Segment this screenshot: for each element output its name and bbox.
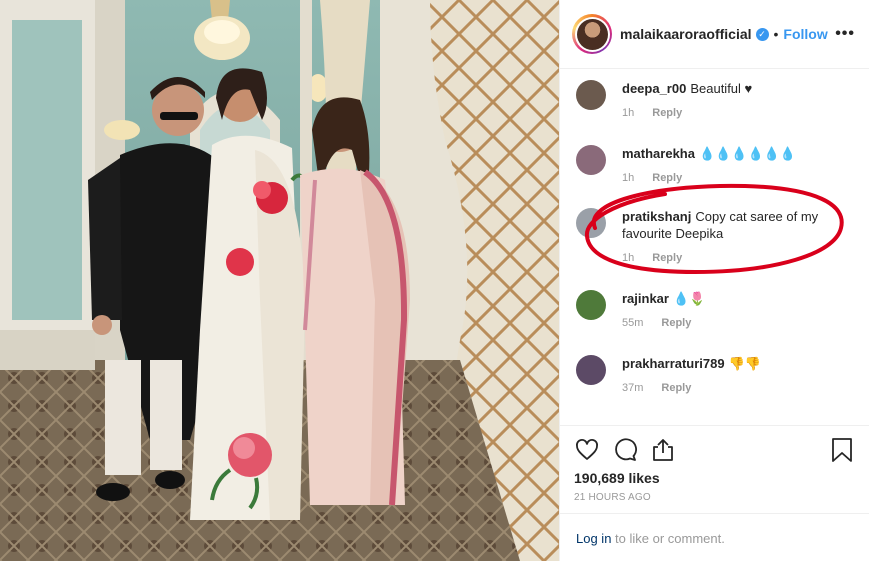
commenter-avatar[interactable] xyxy=(576,145,606,175)
comment-username[interactable]: rajinkar xyxy=(622,291,669,306)
comment-item: matharekha 💧💧💧💧💧💧 1h Reply xyxy=(576,145,856,184)
post-side-panel: malaikaaroraofficial ✓ • Follow ••• deep… xyxy=(559,0,869,561)
heart-icon[interactable] xyxy=(574,437,600,463)
reply-button[interactable]: Reply xyxy=(661,317,691,329)
comment-time[interactable]: 37m xyxy=(622,382,643,394)
reply-button[interactable]: Reply xyxy=(652,252,682,264)
comment-text: 👎👎 xyxy=(728,356,761,371)
login-prompt: Log in to like or comment. xyxy=(560,513,869,561)
comment-item: deepa_r00 Beautiful ♥ 1h Reply xyxy=(576,80,856,119)
photo-illustration xyxy=(0,0,559,561)
comment-username[interactable]: prakharraturi789 xyxy=(622,356,725,371)
comment-username[interactable]: deepa_r00 xyxy=(622,81,686,96)
comment-text: 💧💧💧💧💧💧 xyxy=(698,146,797,161)
author-avatar-image xyxy=(576,18,608,50)
login-prompt-text: to like or comment. xyxy=(611,531,725,546)
comment-time[interactable]: 55m xyxy=(622,317,643,329)
comment-username[interactable]: pratikshanj xyxy=(622,209,691,224)
action-icons xyxy=(574,434,855,466)
comment-text: Beautiful ♥ xyxy=(690,81,753,96)
post-header: malaikaaroraofficial ✓ • Follow ••• xyxy=(560,0,869,69)
author-avatar[interactable] xyxy=(572,14,612,54)
share-icon[interactable] xyxy=(650,437,676,463)
reply-button[interactable]: Reply xyxy=(661,382,691,394)
comment-username[interactable]: matharekha xyxy=(622,146,695,161)
post-actions: 190,689 likes 21 HOURS AGO xyxy=(560,425,869,503)
comment-time[interactable]: 1h xyxy=(622,172,634,184)
reply-button[interactable]: Reply xyxy=(652,172,682,184)
more-options-icon[interactable]: ••• xyxy=(835,25,855,43)
commenter-avatar[interactable] xyxy=(576,80,606,110)
verified-badge-icon: ✓ xyxy=(755,27,769,41)
author-username[interactable]: malaikaaroraofficial xyxy=(620,26,752,42)
login-link[interactable]: Log in xyxy=(576,531,611,546)
reply-button[interactable]: Reply xyxy=(652,107,682,119)
separator-dot: • xyxy=(773,26,779,42)
comment-icon[interactable] xyxy=(612,437,638,463)
comment-time[interactable]: 1h xyxy=(622,252,634,264)
bookmark-icon[interactable] xyxy=(829,437,855,463)
comments-list[interactable]: deepa_r00 Beautiful ♥ 1h Reply matharekha 💧… xyxy=(560,70,869,426)
post-photo[interactable] xyxy=(0,0,559,561)
follow-button[interactable]: Follow xyxy=(783,26,827,42)
comment-item: prakharraturi789 👎👎 37m Reply xyxy=(576,355,856,394)
commenter-avatar[interactable] xyxy=(576,290,606,320)
post-timestamp[interactable]: 21 HOURS AGO xyxy=(574,492,855,503)
likes-count[interactable]: 190,689 likes xyxy=(574,470,855,486)
commenter-avatar[interactable] xyxy=(576,355,606,385)
comment-time[interactable]: 1h xyxy=(622,107,634,119)
comment-text: 💧🌷 xyxy=(672,291,706,306)
comment-item: pratikshanj Copy cat saree of my favourit… xyxy=(576,208,856,264)
comment-item: rajinkar 💧🌷 55m Reply xyxy=(576,290,856,329)
commenter-avatar[interactable] xyxy=(576,208,606,238)
